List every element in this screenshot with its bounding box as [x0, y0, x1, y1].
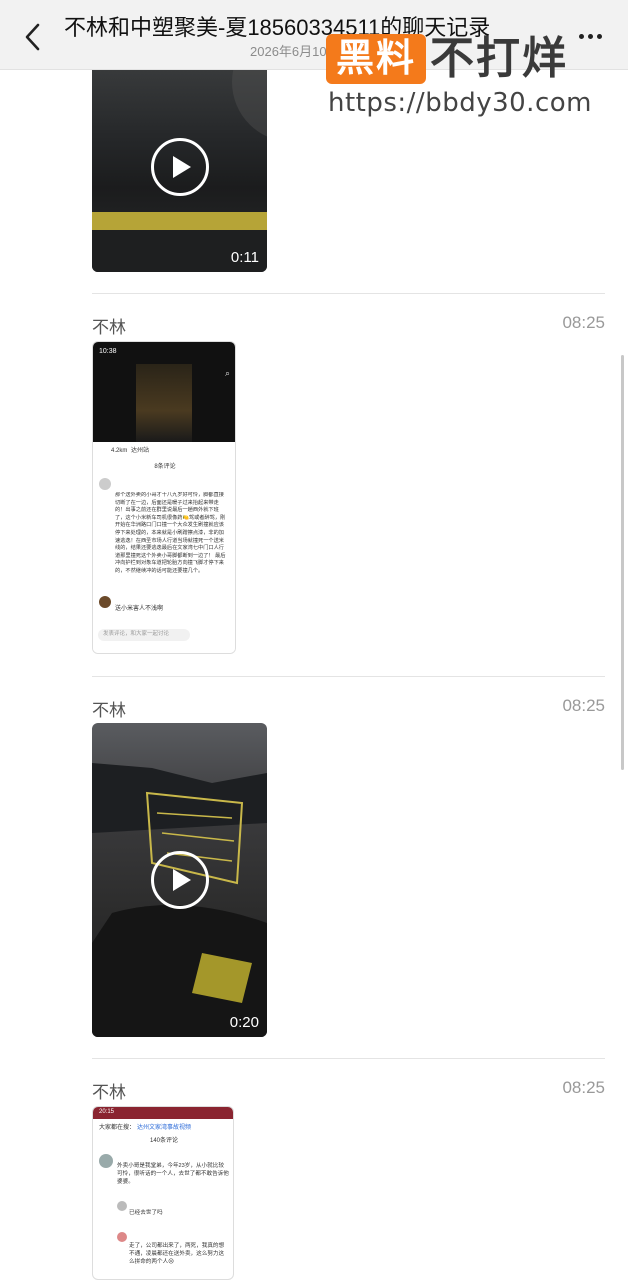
shot-comments: 4.2km 达州站 8条评论 那个送外卖的小哥才十八九岁好可怜，脚都直接切断了在…: [93, 442, 235, 653]
search-icon: ⌕: [224, 368, 230, 378]
shot-comment-body: 那个送外卖的小哥才十八九岁好可怜，脚都直接切断了在一边，后面还是暖子过来抬起来带…: [115, 492, 226, 574]
shot-comment-1: 外卖小哥是我堂弟，今年23岁，从小就比较可怜，很听话的一个人，去世了都不敢告诉他…: [117, 1163, 229, 1185]
video-duration: 0:11: [230, 249, 259, 266]
shot-distance: 4.2km: [111, 448, 128, 454]
avatar: [99, 596, 111, 608]
video-message[interactable]: 0:11: [92, 62, 267, 272]
avatar: [117, 1201, 127, 1211]
video-message[interactable]: 0:20: [92, 723, 267, 1037]
message-time: 08:25: [562, 1078, 605, 1097]
shot-input: 发表评论，和大家一起讨论: [98, 629, 190, 641]
avatar: [99, 1154, 113, 1168]
divider: [92, 293, 605, 294]
back-button[interactable]: [18, 20, 46, 54]
divider: [92, 676, 605, 677]
shot-reply: 送小米害人不浅啊: [115, 606, 164, 612]
shot-thumbnail: [136, 364, 192, 442]
shot-input-placeholder: 发表评论，和大家一起讨论: [103, 631, 170, 637]
shot-search-query: 达州文家湾事故视频: [137, 1125, 192, 1131]
shot-video-area: 10:38 ⌕: [93, 342, 235, 442]
image-message[interactable]: 20:15 大家都在搜： 达州文家湾事故视频 140条评论 外卖小哥是我堂弟，今…: [92, 1106, 234, 1280]
shot-comment-2: 已经去世了吗: [129, 1210, 163, 1216]
play-icon[interactable]: [150, 851, 209, 909]
avatar: [117, 1232, 127, 1242]
divider: [92, 1058, 605, 1059]
shot-status-bar: 20:15: [93, 1107, 233, 1119]
message-time: 08:25: [562, 313, 605, 332]
sender-name: 不林: [92, 318, 126, 337]
image-message[interactable]: 10:38 ⌕ 4.2km 达州站 8条评论 那个送外卖的小哥才十八九岁好可怜，…: [92, 341, 236, 654]
shot-status-time: 10:38: [99, 348, 117, 355]
sender-name: 不林: [92, 1083, 126, 1102]
watermark-url: https://bbdy30.com: [328, 88, 592, 118]
shot-search-prefix: 大家都在搜：: [99, 1125, 136, 1131]
message-time: 08:25: [562, 696, 605, 715]
scrollbar[interactable]: [621, 355, 624, 770]
video-duration: 0:20: [229, 1014, 259, 1031]
chevron-left-icon: [25, 23, 40, 51]
shot-comment-count: 8条评论: [154, 464, 176, 470]
shot-status-time: 20:15: [99, 1109, 115, 1115]
watermark-badge: 黑料: [326, 34, 426, 84]
watermark-text: 不打烊: [430, 34, 568, 83]
play-icon[interactable]: [150, 138, 209, 196]
watermark: 黑料 不打烊 https://bbdy30.com: [326, 32, 596, 122]
avatar: [99, 478, 111, 490]
shot-comment-3: 走了，公司都出来了，两死，我真的想不通，凌晨都还在送外卖，这么努力这么拼命的两个…: [129, 1243, 225, 1265]
dot-icon: [596, 33, 602, 39]
shot-comment-count: 140条评论: [149, 1138, 178, 1144]
shot-location: 达州站: [131, 448, 150, 454]
sender-name: 不林: [92, 701, 126, 720]
